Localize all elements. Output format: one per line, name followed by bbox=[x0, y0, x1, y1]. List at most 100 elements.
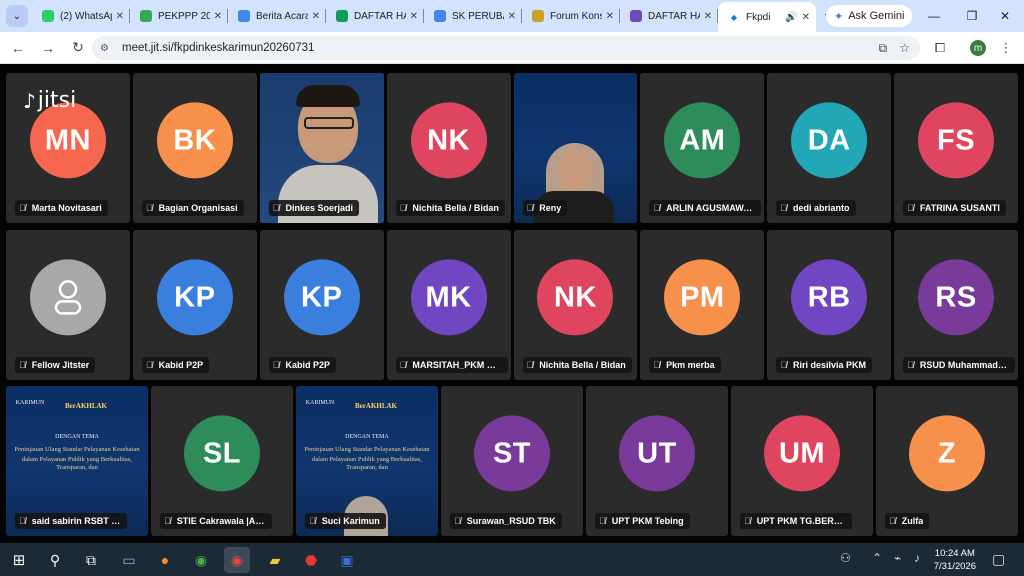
participant-avatar: KP bbox=[156, 259, 233, 336]
mic-muted-icon: 🎙̸ bbox=[309, 516, 316, 526]
mic-muted-icon: 🎙̸ bbox=[145, 203, 153, 213]
mic-muted-icon: 🎙̸ bbox=[399, 360, 407, 370]
participant-tile[interactable]: UT 🎙̸ UPT PKM Tebing bbox=[586, 386, 728, 536]
participant-tile[interactable]: RB 🎙̸ Riri desilvia PKM bbox=[767, 230, 892, 380]
tab-close-icon[interactable]: ✕ bbox=[116, 11, 124, 22]
tab-list: (2) WhatsApp✕PEKPPP 2024✕Berita Acara✕DA… bbox=[32, 0, 816, 32]
participant-nametag: 🎙̸ RSUD Muhammad Sani bbox=[903, 357, 1016, 373]
participant-tile[interactable]: 🎙̸ Dinkes Soerjadi bbox=[259, 73, 384, 223]
mic-muted-icon: 🎙̸ bbox=[907, 203, 914, 213]
tab-audio-icon[interactable]: 🔊 bbox=[785, 12, 797, 23]
tab-favicon-icon bbox=[630, 10, 642, 22]
restore-icon: ❐ bbox=[966, 9, 978, 23]
participant-tile[interactable]: NK 🎙̸ Nichita Bella / Bidan bbox=[386, 73, 511, 223]
gemini-icon: ✦ bbox=[834, 10, 844, 23]
participant-tile[interactable]: UM 🎙̸ UPT PKM TG.BERLIAN bbox=[731, 386, 873, 536]
tab-close-icon[interactable]: ✕ bbox=[410, 11, 418, 22]
participant-nametag: 🎙̸ STIE Cakrawala |Azmi bbox=[160, 513, 272, 529]
install-app-icon[interactable]: ⧉ bbox=[879, 41, 888, 56]
mic-muted-icon: 🎙̸ bbox=[889, 516, 896, 526]
tab-close-icon[interactable]: ✕ bbox=[312, 11, 320, 22]
people-icon[interactable]: ⚇ bbox=[840, 551, 851, 565]
tab-close-icon[interactable]: ✕ bbox=[606, 11, 614, 22]
taskbar-app-file-explorer[interactable]: ▰ bbox=[262, 547, 288, 573]
volume-icon[interactable]: ♪ bbox=[914, 551, 920, 565]
participant-tile[interactable]: FS 🎙̸ FATRINA SUSANTI bbox=[894, 73, 1018, 223]
tab-close-icon[interactable]: ✕ bbox=[214, 11, 222, 22]
network-icon[interactable]: ⌁ bbox=[894, 551, 901, 565]
participant-tile[interactable]: KARIMUN BerAKHLAK DENGAN TEMA Peninjauan… bbox=[6, 386, 148, 536]
browser-tab[interactable]: DAFTAR HADIR ✕ bbox=[326, 0, 424, 32]
tab-close-icon[interactable]: ✕ bbox=[508, 11, 516, 22]
site-info-icon[interactable]: ⚙ bbox=[100, 43, 116, 54]
extensions-button[interactable]: ⧠ bbox=[930, 36, 950, 60]
browser-tab[interactable]: SK PERUBAHAN ✕ bbox=[424, 0, 522, 32]
browser-tab[interactable]: PEKPPP 2024 ✕ bbox=[130, 0, 228, 32]
browser-tab[interactable]: Berita Acara ✕ bbox=[228, 0, 326, 32]
taskbar-search-button[interactable]: ⚲ bbox=[42, 547, 68, 573]
arrow-right-icon: → bbox=[41, 39, 55, 56]
chevron-up-icon[interactable]: ⌃ bbox=[872, 551, 882, 565]
browser-menu-button[interactable]: ⋮ bbox=[998, 36, 1014, 60]
browser-tab[interactable]: (2) WhatsApp ✕ bbox=[32, 0, 130, 32]
participant-name: RSUD Muhammad Sani bbox=[919, 360, 1009, 370]
participant-tile[interactable]: Z 🎙̸ Zulfa bbox=[876, 386, 1018, 536]
mic-muted-icon: 🎙̸ bbox=[599, 516, 606, 526]
participant-name: Nichita Bella / Bidan bbox=[539, 360, 626, 370]
meeting-grid: MN 🎙̸ Marta Novitasari BK 🎙̸ Bagian Orga… bbox=[0, 65, 1024, 543]
mic-muted-icon: 🎙̸ bbox=[19, 360, 26, 370]
participant-tile[interactable]: RS 🎙̸ RSUD Muhammad Sani bbox=[894, 230, 1018, 380]
participant-tile[interactable]: PM 🎙̸ Pkm merba bbox=[640, 230, 765, 380]
start-button[interactable]: ⊞ bbox=[6, 547, 32, 573]
participant-nametag: 🎙̸ FATRINA SUSANTI bbox=[903, 200, 1006, 216]
tab-close-icon[interactable]: ✕ bbox=[802, 12, 810, 23]
tab-title: DAFTAR HADIR bbox=[354, 10, 406, 22]
tab-title: Berita Acara bbox=[256, 10, 308, 22]
browser-tab[interactable]: ◆ Fkpdi 🔊 ✕ bbox=[718, 2, 816, 32]
participant-name: Fellow Jitster bbox=[31, 360, 90, 370]
taskbar-app-acrobat[interactable]: ⬣ bbox=[298, 547, 324, 573]
participant-tile[interactable]: KARIMUN BerAKHLAK DENGAN TEMA Peninjauan… bbox=[296, 386, 438, 536]
bookmark-star-icon[interactable]: ☆ bbox=[899, 41, 910, 56]
ask-gemini-button[interactable]: ✦ Ask Gemini bbox=[826, 5, 913, 27]
address-bar[interactable]: ⚙ meet.jit.si/fkpdinkeskarimun20260731 ⧉… bbox=[92, 36, 920, 60]
taskbar-app-chrome[interactable]: ◉ bbox=[188, 547, 214, 573]
participant-tile[interactable]: KP 🎙̸ Kabid P2P bbox=[259, 230, 384, 380]
taskbar-app-desktop[interactable]: ▭ bbox=[116, 547, 142, 573]
close-window-button[interactable]: ✕ bbox=[986, 0, 1024, 32]
profile-button[interactable]: m bbox=[968, 36, 988, 60]
participant-tile[interactable]: DA 🎙̸ dedi abrianto bbox=[767, 73, 892, 223]
reload-button[interactable]: ↻ bbox=[64, 34, 92, 62]
folder-icon: ▰ bbox=[269, 551, 281, 568]
browser-tab[interactable]: Forum Konsultasi ✕ bbox=[522, 0, 620, 32]
tab-favicon-icon: ◆ bbox=[728, 11, 740, 23]
participant-tile[interactable]: 🎙̸ Reny bbox=[513, 73, 638, 223]
windows-logo-icon: ⊞ bbox=[12, 552, 26, 569]
forward-button[interactable]: → bbox=[34, 34, 62, 62]
taskbar-app-chrome-active[interactable]: ◉ bbox=[224, 547, 250, 573]
participant-nametag: 🎙̸ said sabirin RSBT Karimun bbox=[15, 513, 127, 529]
participant-tile[interactable]: KP 🎙̸ Kabid P2P bbox=[132, 230, 257, 380]
taskbar-app-word[interactable]: ▣ bbox=[334, 547, 360, 573]
jitsi-logo[interactable]: ♪ jitsi bbox=[23, 88, 76, 113]
browser-tab[interactable]: DAFTAR HADIR ✕ bbox=[620, 0, 718, 32]
tab-close-icon[interactable]: ✕ bbox=[704, 11, 712, 22]
participant-name: UPT PKM Tebing bbox=[611, 516, 684, 526]
arrow-left-icon: ← bbox=[11, 39, 25, 56]
notifications-icon[interactable]: ▢ bbox=[992, 551, 1005, 568]
firefox-icon: ● bbox=[160, 552, 170, 568]
participant-tile[interactable]: MK 🎙̸ MARSITAH_PKM Kundur bbox=[386, 230, 511, 380]
taskbar-app-firefox[interactable]: ● bbox=[152, 547, 178, 573]
participant-tile[interactable]: 🎙̸ Fellow Jitster bbox=[6, 230, 130, 380]
participant-tile[interactable]: NK 🎙̸ Nichita Bella / Bidan bbox=[513, 230, 638, 380]
participant-name: Surawan_RSUD TBK bbox=[466, 516, 556, 526]
taskbar-clock[interactable]: 10:24 AM 7/31/2026 bbox=[934, 547, 976, 573]
video-glasses bbox=[303, 117, 354, 129]
participant-tile[interactable]: ST 🎙̸ Surawan_RSUD TBK bbox=[441, 386, 583, 536]
participant-tile[interactable]: BK 🎙̸ Bagian Organisasi bbox=[132, 73, 257, 223]
tab-search-button[interactable]: ⌄ bbox=[6, 5, 28, 27]
back-button[interactable]: ← bbox=[4, 34, 32, 62]
participant-tile[interactable]: AM 🎙̸ ARLIN AGUSMAWATI bbox=[640, 73, 765, 223]
participant-tile[interactable]: SL 🎙̸ STIE Cakrawala |Azmi bbox=[151, 386, 293, 536]
task-view-button[interactable]: ⧉ bbox=[78, 547, 104, 573]
